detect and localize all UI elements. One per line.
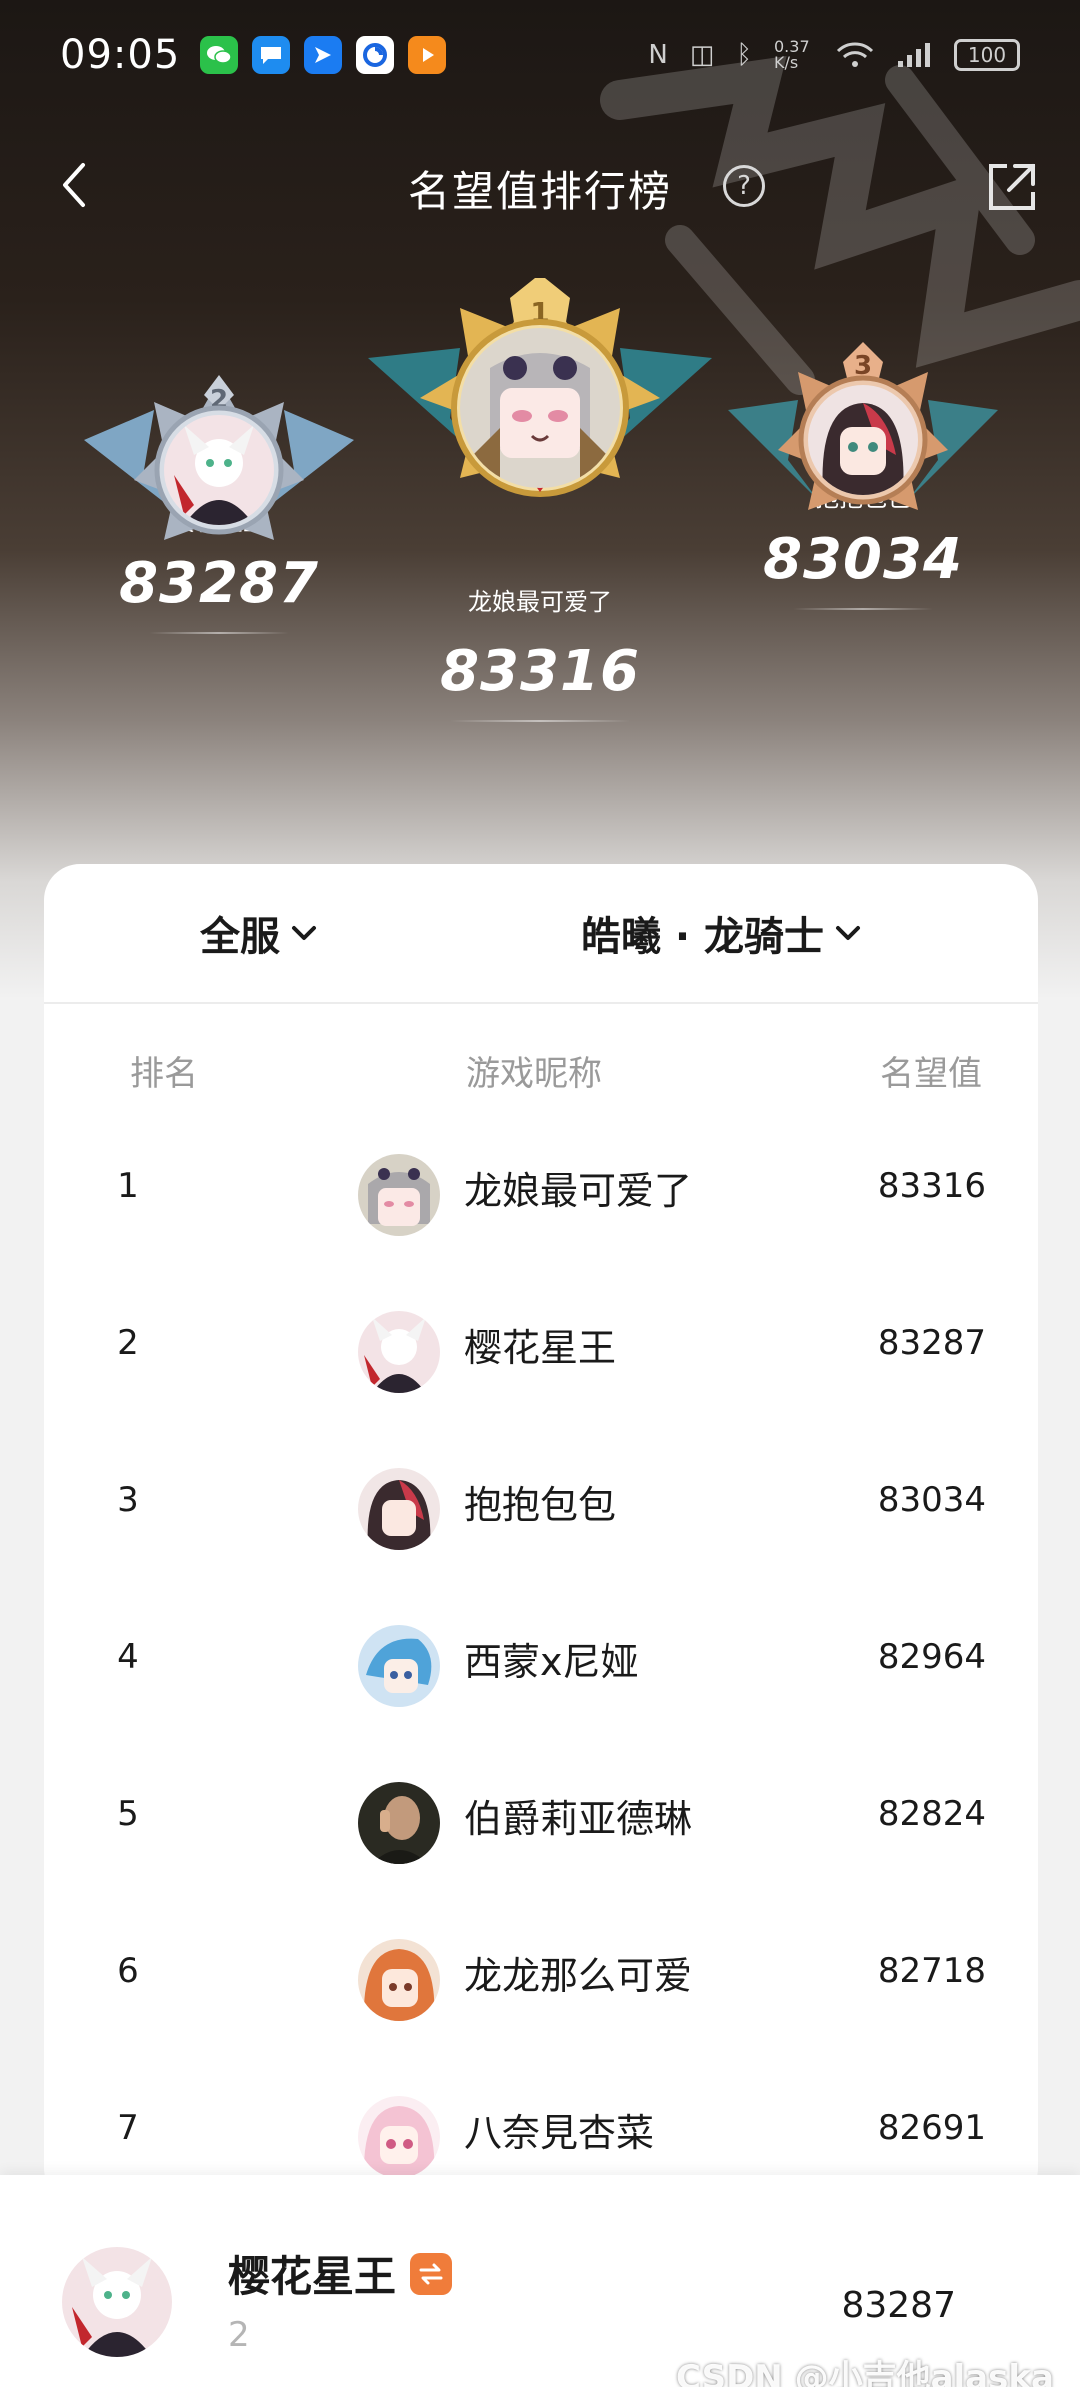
avatar	[460, 328, 620, 488]
avatar	[358, 1625, 440, 1707]
net-speed: 0.37 K/s	[774, 37, 810, 72]
row-nickname: 西蒙x尼娅	[464, 1640, 639, 1684]
table-row[interactable]: 3 抱抱包包 83034	[44, 1432, 1038, 1589]
header-rank: 排名	[130, 1054, 198, 1094]
top-nav: 名望值排行榜 ?	[0, 140, 1080, 230]
switch-icon[interactable]	[410, 2252, 453, 2295]
avatar	[808, 385, 918, 495]
podium-first-name: 龙娘最可爱了	[468, 588, 612, 616]
status-indicators: N ◫ ᛒ 0.37 K/s 100	[648, 39, 1020, 71]
podium-first-score: 83316	[440, 639, 640, 704]
my-rank: 2	[228, 2315, 250, 2355]
gold-badge: 1	[360, 278, 720, 558]
table-row[interactable]: 4 西蒙x尼娅 82964	[44, 1589, 1038, 1746]
divider	[793, 608, 933, 610]
row-nickname: 抱抱包包	[464, 1483, 617, 1527]
row-rank: 2	[117, 1323, 139, 1363]
row-score: 82691	[877, 2108, 986, 2148]
video-icon	[408, 36, 447, 74]
row-score: 82718	[877, 1951, 986, 1991]
row-rank: 5	[117, 1794, 139, 1834]
my-name-text: 樱花星王	[228, 2252, 397, 2301]
page-title: 名望值排行榜	[407, 167, 672, 216]
row-rank: 7	[117, 2108, 139, 2148]
battery-indicator: 100	[954, 39, 1020, 71]
avatar	[358, 1468, 440, 1550]
my-name: 樱花星王	[228, 2243, 453, 2304]
share-icon	[989, 164, 1035, 210]
row-rank: 3	[117, 1480, 139, 1520]
filter-bar: 全服 皓曦 · 龙骑士	[44, 864, 1038, 1004]
share-button[interactable]	[985, 160, 1039, 214]
silver-badge: 2	[74, 270, 364, 590]
row-rank: 6	[117, 1951, 139, 1991]
hero-filter-label: 皓曦 · 龙骑士	[581, 914, 825, 960]
wechat-icon	[200, 36, 239, 74]
podium-first[interactable]: 1 龙娘最可爱了 83316	[360, 278, 720, 722]
nfc-icon: N	[648, 40, 668, 70]
row-rank: 1	[117, 1166, 139, 1206]
table-row[interactable]: 2 樱花星王 83287	[44, 1275, 1038, 1432]
message-icon	[252, 36, 291, 74]
ranking-card: 全服 皓曦 · 龙骑士 排名 游戏昵称 名望值 1 龙娘最可爱了 83316 2…	[44, 864, 1038, 2204]
row-nickname: 龙龙那么可爱	[464, 1954, 693, 1998]
header-score: 名望值	[880, 1054, 982, 1094]
bluetooth-icon: ᛒ	[736, 40, 752, 70]
watermark: CSDN @小吉他alaska	[676, 2358, 1054, 2387]
table-row[interactable]: 1 龙娘最可爱了 83316	[44, 1118, 1038, 1275]
vibrate-icon: ◫	[689, 40, 715, 70]
divider	[149, 632, 289, 634]
bronze-badge: 3	[718, 270, 1008, 590]
chevron-down-icon	[836, 926, 861, 940]
table-row[interactable]: 5 伯爵莉亚德琳 82824	[44, 1746, 1038, 1903]
row-nickname: 龙娘最可爱了	[464, 1169, 693, 1213]
podium-third[interactable]: 3 抱抱包包 83034	[718, 270, 1008, 610]
signal-icon	[898, 43, 930, 67]
avatar	[62, 2247, 172, 2357]
status-time: 09:05	[60, 32, 181, 78]
my-score: 83287	[841, 2285, 956, 2326]
server-filter-label: 全服	[200, 914, 280, 960]
row-nickname: 八奈見杏菜	[464, 2111, 655, 2155]
wifi-icon	[836, 42, 874, 67]
row-score: 83316	[877, 1166, 986, 1206]
table-row[interactable]: 6 龙龙那么可爱 82718	[44, 1903, 1038, 2060]
hero-filter[interactable]: 皓曦 · 龙骑士	[581, 904, 862, 962]
row-rank: 4	[117, 1637, 139, 1677]
avatar	[358, 1782, 440, 1864]
avatar	[358, 1311, 440, 1393]
row-score: 83287	[877, 1323, 986, 1363]
avatar	[358, 2096, 440, 2178]
divider	[450, 720, 630, 722]
status-bar: 09:05 N ◫ ᛒ 0.37 K/s 100	[0, 0, 1080, 110]
row-score: 83034	[877, 1480, 986, 1520]
row-score: 82824	[877, 1794, 986, 1834]
row-score: 82964	[877, 1637, 986, 1677]
podium-second[interactable]: 2 樱花星王 83287	[74, 270, 364, 634]
help-icon[interactable]: ?	[723, 165, 765, 207]
avatar	[358, 1939, 440, 2021]
server-filter[interactable]: 全服	[200, 904, 318, 962]
row-nickname: 樱花星王	[464, 1326, 617, 1370]
avatar	[358, 1154, 440, 1236]
browser-icon	[356, 36, 395, 74]
feishu-icon	[304, 36, 343, 74]
row-nickname: 伯爵莉亚德琳	[464, 1797, 693, 1841]
chevron-down-icon	[292, 926, 316, 940]
avatar	[164, 415, 274, 525]
header-nickname: 游戏昵称	[466, 1054, 602, 1094]
